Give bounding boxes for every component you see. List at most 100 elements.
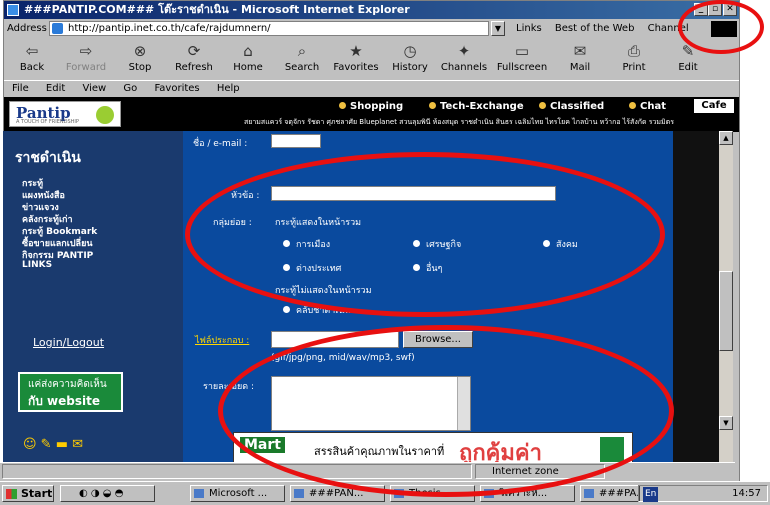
leaf-icon [96,106,114,124]
toolbar-label: Mail [569,62,591,73]
toolbar-label: Favorites [333,62,379,73]
print-icon: ⎙ [627,42,640,60]
toolbar-label: Channels [440,62,488,73]
title-bar[interactable]: ###PANTIP.COM### โต๊ะราชดำเนิน - Microso… [4,1,739,19]
toolbar-history-button[interactable]: ◷ History [384,39,436,79]
toolbar-channels-button[interactable]: ✦ Channels [438,39,490,79]
window-title: ###PANTIP.COM### โต๊ะราชดำเนิน - Microso… [24,3,410,16]
menu-favorites[interactable]: Favorites [154,83,199,94]
nav-cafe[interactable]: Cafe [694,99,734,113]
menu-bar: File Edit View Go Favorites Help [4,80,739,97]
scroll-up-arrow-icon[interactable]: ▲ [719,131,733,145]
toolbar-forward-button[interactable]: ⇨ Forward [60,39,112,79]
channels-icon: ✦ [457,42,471,60]
links-label: Links [516,23,542,34]
ie-icon [7,4,19,16]
link-best-of-web[interactable]: Best of the Web [555,23,635,34]
toolbar-label: Edit [678,62,698,73]
toolbar-label: Search [284,62,320,73]
quicklaunch-icons[interactable]: ◐ ◑ ◒ ◓ [60,485,155,502]
home-icon: ⌂ [243,42,253,60]
nav-chat[interactable]: Chat [629,101,666,112]
task-icon [294,489,304,498]
toolbar-refresh-button[interactable]: ⟳ Refresh [168,39,220,79]
pantip-logo[interactable]: Pantip A TOUCH OF FRIENDSHIP [9,101,121,127]
toolbar-search-button[interactable]: ⌕ Search [276,39,328,79]
toolbar-back-button[interactable]: ⇦ Back [6,39,58,79]
scroll-down-arrow-icon[interactable]: ▼ [719,416,733,430]
banner-line-2: กับ website [28,394,101,408]
feedback-banner[interactable]: แค่ส่งความคิดเห็น กับ website [18,372,123,412]
windows-flag-icon [6,489,17,499]
name-input[interactable] [271,134,321,148]
bullet-icon [629,102,636,109]
menu-go[interactable]: Go [123,83,137,94]
toolbar-label: Refresh [175,62,213,73]
language-indicator[interactable]: En [643,487,659,502]
cafe-room-links[interactable]: สยามสแควร์ จตุจักร รัชดา ศุภชลาศัย Bluep… [244,117,674,128]
toolbar-label: Print [622,62,646,73]
nav-tech-exchange[interactable]: Tech-Exchange [429,101,524,112]
start-button[interactable]: Start [2,485,54,502]
page-icon [52,23,63,34]
toolbar-label: History [392,62,428,73]
site-header: Pantip A TOUCH OF FRIENDSHIP Shopping Te… [4,97,739,132]
toolbar-stop-button[interactable]: ⊗ Stop [114,39,166,79]
toolbar-label: Stop [128,62,152,73]
stop-icon: ⊗ [133,42,147,60]
history-icon: ◷ [403,42,417,60]
logo-subtitle: A TOUCH OF FRIENDSHIP [16,119,79,125]
refresh-icon: ⟳ [187,42,201,60]
bullet-icon [339,102,346,109]
address-label: Address [7,23,47,34]
radio-icon [283,306,290,313]
nav-classified[interactable]: Classified [539,101,604,112]
nav-shopping[interactable]: Shopping [339,101,403,112]
toolbar-home-button[interactable]: ⌂ Home [222,39,274,79]
task-icon [584,489,594,498]
login-logout-link[interactable]: Login/Logout [33,336,104,349]
annotation-circle-group-options [185,152,665,317]
address-url: http://pantip.inet.co.th/cafe/rajdumnern… [68,23,271,34]
menu-edit[interactable]: Edit [46,83,65,94]
bullet-icon [429,102,436,109]
bullet-icon [539,102,546,109]
search-icon: ⌕ [297,42,307,60]
menu-view[interactable]: View [82,83,106,94]
toolbar-label: Back [19,62,45,73]
toolbar-favorites-button[interactable]: ★ Favorites [330,39,382,79]
address-dropdown-button[interactable]: ▼ [491,21,505,36]
mail-icon: ✉ [573,42,587,60]
fullscreen-icon: ▭ [514,42,530,60]
toolbar: ⇦ Back ⇨ Forward ⊗ Stop ⟳ Refresh ⌂ Home ⌕ Search ★ F… [4,39,739,79]
address-input[interactable]: http://pantip.inet.co.th/cafe/rajdumnern… [49,21,489,36]
name-label: ชื่อ / e-mail : [193,139,248,149]
emoticon-icons[interactable]: ☺ ✎ ▬ ✉ [23,437,83,452]
task-pantip-2[interactable]: ###PA... [580,485,640,502]
system-tray: En 14:57 [638,485,768,502]
toolbar-label: Fullscreen [496,62,548,73]
task-icon [194,489,204,498]
forward-icon: ⇨ [79,42,93,60]
scroll-thumb[interactable] [719,271,733,351]
menu-help[interactable]: Help [217,83,240,94]
toolbar-label: Home [233,62,263,73]
menu-file[interactable]: File [12,83,29,94]
toolbar-fullscreen-button[interactable]: ▭ Fullscreen [492,39,552,79]
favorites-icon: ★ [349,42,363,60]
annotation-circle-window-controls [678,0,764,54]
toolbar-print-button[interactable]: ⎙ Print [608,39,660,79]
address-bar: Address http://pantip.inet.co.th/cafe/ra… [4,20,739,38]
task-microsoft[interactable]: Microsoft ... [190,485,285,502]
sidebar: ราชดำเนิน กระทู้ แผงหนังสือ ข่าวแจวง คลั… [3,131,183,462]
banner-line-1: แค่ส่งความคิดเห็น [28,379,107,390]
file-label: ไฟล์ประกอบ : [195,336,250,346]
back-icon: ⇦ [25,42,39,60]
vertical-scrollbar[interactable]: ▲ ▼ [719,131,733,462]
annotation-circle-detail-area [218,325,674,497]
sidebar-title: ราชดำเนิน [15,150,81,166]
clock: 14:57 [732,488,761,499]
toolbar-mail-button[interactable]: ✉ Mail [554,39,606,79]
sidebar-item-links[interactable]: LINKS [22,260,52,270]
toolbar-label: Forward [65,62,107,73]
